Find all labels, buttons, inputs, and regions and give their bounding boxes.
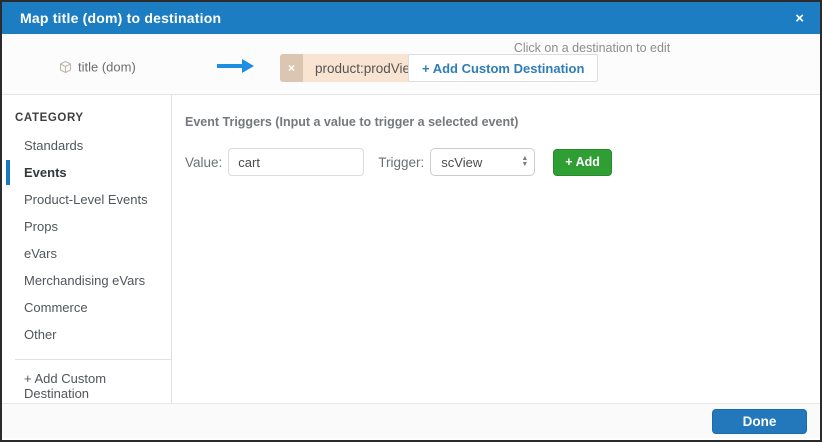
source-variable: title (dom): [58, 60, 136, 75]
category-heading: CATEGORY: [15, 112, 84, 124]
map-destination-dialog: Map title (dom) to destination × Click o…: [0, 0, 822, 442]
trigger-selected-option: scView: [441, 154, 483, 170]
sidebar-item-product-level-events[interactable]: Product-Level Events: [2, 186, 171, 213]
trigger-select[interactable]: scView ▲ ▼: [430, 148, 536, 176]
value-input[interactable]: [228, 148, 365, 176]
destination-hint: Click on a destination to edit: [513, 41, 671, 55]
variable-cube-icon: [58, 60, 73, 75]
sidebar-add-custom-destination[interactable]: + Add Custom Destination: [2, 371, 171, 401]
select-stepper-icon: ▲ ▼: [521, 155, 529, 168]
dialog-title: Map title (dom) to destination: [20, 10, 222, 26]
sidebar-item-standards[interactable]: Standards: [2, 132, 171, 159]
category-sidebar: CATEGORY Standards Events Product-Level …: [2, 95, 172, 403]
event-triggers-heading: Event Triggers (Input a value to trigger…: [185, 115, 519, 129]
sidebar-item-other[interactable]: Other: [2, 321, 171, 348]
done-button[interactable]: Done: [712, 408, 807, 434]
dialog-footer: Done: [2, 403, 820, 438]
remove-destination-icon[interactable]: ×: [280, 54, 303, 82]
add-custom-destination-button[interactable]: + Add Custom Destination: [408, 54, 599, 82]
sidebar-item-events[interactable]: Events: [2, 159, 171, 186]
sidebar-item-merchandising-evars[interactable]: Merchandising eVars: [2, 267, 171, 294]
sidebar-item-commerce[interactable]: Commerce: [2, 294, 171, 321]
dialog-body: CATEGORY Standards Events Product-Level …: [2, 95, 820, 403]
add-trigger-button[interactable]: + Add: [553, 148, 612, 176]
destination-bar: Click on a destination to edit title (do…: [2, 34, 820, 95]
trigger-label: Trigger:: [378, 154, 425, 170]
event-triggers-panel: Event Triggers (Input a value to trigger…: [172, 95, 820, 403]
value-label: Value:: [185, 154, 223, 170]
sidebar-divider: [15, 359, 171, 360]
sidebar-item-evars[interactable]: eVars: [2, 240, 171, 267]
source-variable-label: title (dom): [78, 59, 136, 75]
map-arrow-icon: [216, 59, 254, 73]
dialog-titlebar: Map title (dom) to destination ×: [2, 2, 820, 34]
event-trigger-form: Value: Trigger: scView ▲▼ + Add: [185, 148, 820, 176]
close-icon[interactable]: ×: [795, 11, 804, 26]
sidebar-item-props[interactable]: Props: [2, 213, 171, 240]
